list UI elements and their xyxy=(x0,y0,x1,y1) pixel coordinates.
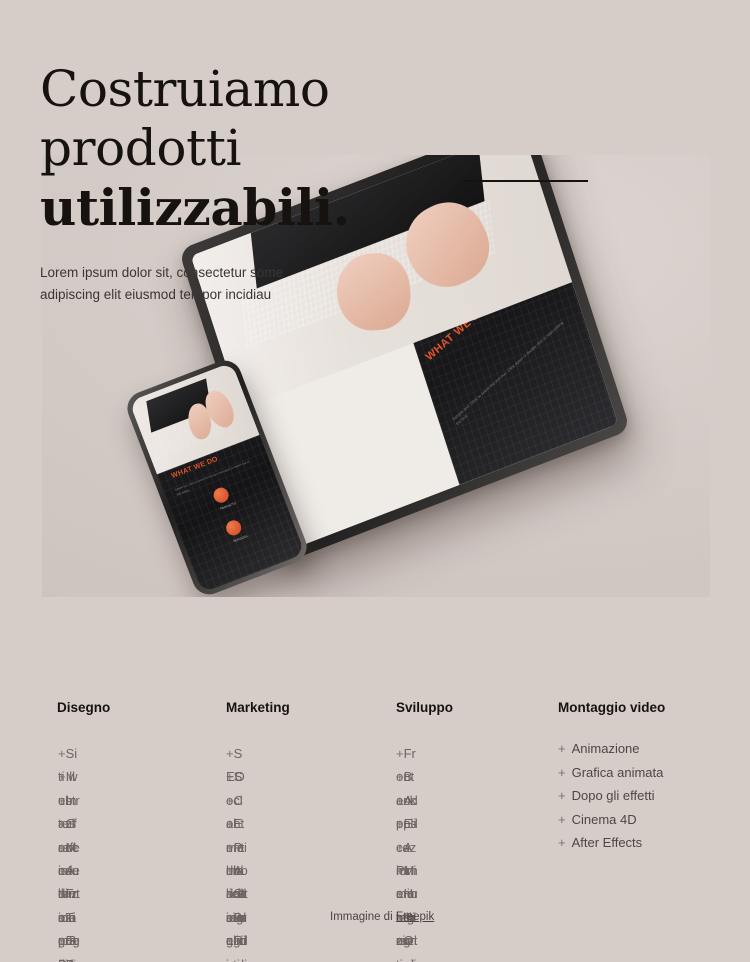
plus-icon: + xyxy=(558,788,566,803)
hero-paragraph-line-1: Lorem ipsum dolor sit, consectetur some xyxy=(40,265,284,280)
plus-icon: + xyxy=(558,764,566,780)
attribution-prefix: Immagine di xyxy=(330,911,396,923)
footer-link-label: Dopo gli effetti xyxy=(571,788,655,803)
footer-link-label: Grafica animata xyxy=(571,764,664,780)
footer-link-item[interactable]: +E-commerce xyxy=(396,812,418,925)
footer-column-title: Disegno xyxy=(57,700,111,715)
footer-link-item[interactable]: +Email marketing xyxy=(226,812,248,948)
footer-link-item[interactable]: + Cinema 4D xyxy=(558,813,738,826)
plus-icon: + xyxy=(226,839,234,855)
freepik-link[interactable]: Freepik xyxy=(396,911,434,923)
plus-icon: + xyxy=(58,792,66,808)
headline-line-3: utilizzabili. xyxy=(40,178,350,237)
plus-icon: + xyxy=(226,862,234,878)
footer-link-item[interactable]: +Siti web xyxy=(58,742,80,808)
footer-link-list: +SEO +Social media +Content marketing +Emai… xyxy=(226,742,248,962)
footer-column-marketing: Marketing +SEO +Social media +Content mark… xyxy=(226,700,290,962)
footer-column-title: Marketing xyxy=(226,700,290,715)
plus-icon: + xyxy=(226,746,234,761)
plus-icon: + xyxy=(226,792,234,808)
footer-link-item[interactable]: +Branding xyxy=(226,906,248,962)
footer-link-label: After Effects xyxy=(571,835,643,850)
plus-icon: + xyxy=(58,746,66,761)
plus-icon: + xyxy=(396,816,404,832)
plus-icon: + xyxy=(58,816,66,832)
plus-icon: + xyxy=(396,769,404,785)
footer-link-item[interactable]: + Grafica animata xyxy=(558,766,738,779)
footer-link-item[interactable]: +Ottimizzazione xyxy=(396,929,418,962)
footer-link-item[interactable]: + Animazione xyxy=(558,742,738,755)
plus-icon: + xyxy=(396,746,404,761)
footer-link-item[interactable]: + Dopo gli effetti xyxy=(558,789,738,802)
footer-link-item[interactable]: +Backend xyxy=(396,765,418,831)
decorative-rule xyxy=(462,180,588,182)
plus-icon: + xyxy=(58,909,66,925)
footer-link-label: Cinema 4D xyxy=(571,811,637,827)
plus-icon: + xyxy=(58,769,66,785)
plus-icon: + xyxy=(58,886,66,902)
footer-link-list: + Animazione + Grafica animata + Dopo gli eff… xyxy=(558,742,738,849)
plus-icon: + xyxy=(558,811,566,827)
plus-icon: + xyxy=(558,741,566,756)
headline-line-1: Costruiamo xyxy=(40,60,330,118)
plus-icon: + xyxy=(558,835,566,850)
footer-link-label: Animazione xyxy=(571,741,640,756)
footer-link-item[interactable]: +Prototipazione xyxy=(58,953,80,962)
plus-icon: + xyxy=(396,933,404,949)
footer-column-montaggio-video: Montaggio video + Animazione + Grafica anim… xyxy=(558,700,738,860)
plus-icon: + xyxy=(58,839,66,855)
footer-link-item[interactable]: +Tipografia xyxy=(58,906,80,962)
footer-link-item[interactable]: +Ricerca di mercato xyxy=(226,929,248,962)
page-title: Costruiamo prodotti utilizzabili. xyxy=(40,60,510,237)
footer-link-item[interactable]: +Frontend xyxy=(396,742,418,808)
plus-icon: + xyxy=(226,816,234,832)
footer-link-item[interactable]: + After Effects xyxy=(558,836,738,849)
hero-paragraph: Lorem ipsum dolor sit, consectetur some … xyxy=(40,262,340,307)
image-attribution: Immagine di Freepik xyxy=(330,911,434,923)
plus-icon: + xyxy=(58,933,66,949)
plus-icon: + xyxy=(58,862,66,878)
plus-icon: + xyxy=(226,769,234,785)
plus-icon: + xyxy=(396,886,404,902)
footer-column-title: Montaggio video xyxy=(558,700,666,715)
footer-link-item[interactable]: +SEO xyxy=(226,742,248,784)
plus-icon: + xyxy=(226,886,234,902)
plus-icon: + xyxy=(396,862,404,878)
footer-link-list: +Siti web +Illustrazione +Interfaccia uten… xyxy=(58,742,80,962)
footer-link-item[interactable]: +Strategia digitale xyxy=(226,882,248,962)
plus-icon: + xyxy=(396,839,404,855)
footer-link-item[interactable]: +Content marketing xyxy=(226,789,248,925)
plus-icon: + xyxy=(396,792,404,808)
plus-icon: + xyxy=(58,957,66,962)
hero-paragraph-line-2: adipiscing elit eiusmod tempor incidiau xyxy=(40,287,272,303)
footer-column-disegno: Disegno +Siti web +Illustrazione +Interfac… xyxy=(57,700,111,962)
plus-icon: + xyxy=(226,933,234,949)
headline-line-2: prodotti xyxy=(40,119,242,177)
plus-icon: + xyxy=(226,909,234,925)
footer-column-title: Sviluppo xyxy=(396,700,453,715)
